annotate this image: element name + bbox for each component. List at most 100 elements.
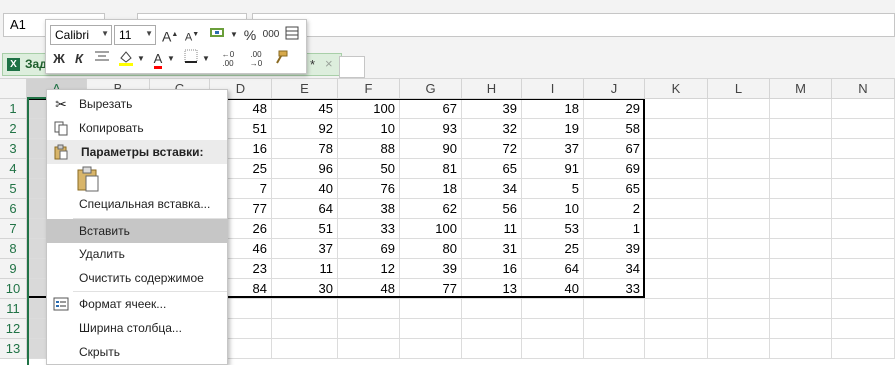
- cell-j11[interactable]: [584, 299, 645, 319]
- row-header-6[interactable]: 6: [0, 199, 27, 219]
- cell-m7[interactable]: [770, 219, 832, 239]
- cell-e9[interactable]: 11: [272, 259, 338, 279]
- column-header-e[interactable]: E: [272, 79, 338, 99]
- row-header-8[interactable]: 8: [0, 239, 27, 259]
- cell-k7[interactable]: [645, 219, 708, 239]
- cell-g11[interactable]: [400, 299, 462, 319]
- cell-j1[interactable]: 29: [584, 99, 645, 119]
- cell-j13[interactable]: [584, 339, 645, 359]
- cell-k1[interactable]: [645, 99, 708, 119]
- cell-e8[interactable]: 37: [272, 239, 338, 259]
- menu-item-cut[interactable]: ✂ Вырезать: [47, 92, 227, 116]
- cell-m12[interactable]: [770, 319, 832, 339]
- cell-e3[interactable]: 78: [272, 139, 338, 159]
- cell-e6[interactable]: 64: [272, 199, 338, 219]
- cell-g3[interactable]: 90: [400, 139, 462, 159]
- borders-button[interactable]: [182, 49, 200, 69]
- cell-j5[interactable]: 65: [584, 179, 645, 199]
- column-header-h[interactable]: H: [462, 79, 522, 99]
- column-header-f[interactable]: F: [338, 79, 400, 99]
- cell-h3[interactable]: 72: [462, 139, 522, 159]
- cell-g9[interactable]: 39: [400, 259, 462, 279]
- cell-n3[interactable]: [832, 139, 895, 159]
- decrease-decimal-button[interactable]: .00 →0: [244, 49, 268, 70]
- cell-i4[interactable]: 91: [522, 159, 584, 179]
- cell-l6[interactable]: [708, 199, 770, 219]
- chevron-down-icon[interactable]: ▼: [101, 29, 109, 38]
- cell-m6[interactable]: [770, 199, 832, 219]
- cell-h4[interactable]: 65: [462, 159, 522, 179]
- cell-f5[interactable]: 76: [338, 179, 400, 199]
- cell-g2[interactable]: 93: [400, 119, 462, 139]
- chevron-down-icon[interactable]: ▼: [230, 25, 238, 45]
- cell-n7[interactable]: [832, 219, 895, 239]
- font-name-box[interactable]: Calibri ▼: [50, 25, 112, 45]
- cell-l8[interactable]: [708, 239, 770, 259]
- cell-f2[interactable]: 10: [338, 119, 400, 139]
- chevron-down-icon[interactable]: ▼: [145, 29, 153, 38]
- cell-n4[interactable]: [832, 159, 895, 179]
- paste-option-button[interactable]: [75, 165, 101, 193]
- cell-h6[interactable]: 56: [462, 199, 522, 219]
- cell-j12[interactable]: [584, 319, 645, 339]
- cell-g10[interactable]: 77: [400, 279, 462, 299]
- cell-f9[interactable]: 12: [338, 259, 400, 279]
- cell-e12[interactable]: [272, 319, 338, 339]
- cell-h7[interactable]: 11: [462, 219, 522, 239]
- thousands-separator-button[interactable]: 000: [262, 25, 280, 45]
- cell-i10[interactable]: 40: [522, 279, 584, 299]
- cell-n5[interactable]: [832, 179, 895, 199]
- menu-item-paste-special[interactable]: Специальная вставка...: [47, 192, 227, 216]
- cell-m9[interactable]: [770, 259, 832, 279]
- cell-k10[interactable]: [645, 279, 708, 299]
- formula-bar[interactable]: [252, 13, 895, 37]
- cell-i2[interactable]: 19: [522, 119, 584, 139]
- column-header-l[interactable]: L: [708, 79, 770, 99]
- cell-e13[interactable]: [272, 339, 338, 359]
- row-header-7[interactable]: 7: [0, 219, 27, 239]
- cell-m8[interactable]: [770, 239, 832, 259]
- cell-m10[interactable]: [770, 279, 832, 299]
- cell-j2[interactable]: 58: [584, 119, 645, 139]
- cell-f11[interactable]: [338, 299, 400, 319]
- column-header-n[interactable]: N: [832, 79, 895, 99]
- column-header-m[interactable]: M: [770, 79, 832, 99]
- align-center-button[interactable]: [92, 49, 112, 69]
- cell-n13[interactable]: [832, 339, 895, 359]
- cell-i6[interactable]: 10: [522, 199, 584, 219]
- cell-i13[interactable]: [522, 339, 584, 359]
- menu-item-delete[interactable]: Удалить: [47, 242, 227, 266]
- row-header-5[interactable]: 5: [0, 179, 27, 199]
- cell-l2[interactable]: [708, 119, 770, 139]
- cell-n2[interactable]: [832, 119, 895, 139]
- cell-g8[interactable]: 80: [400, 239, 462, 259]
- row-header-9[interactable]: 9: [0, 259, 27, 279]
- cell-n10[interactable]: [832, 279, 895, 299]
- cell-j9[interactable]: 34: [584, 259, 645, 279]
- cell-g1[interactable]: 67: [400, 99, 462, 119]
- bold-button[interactable]: Ж: [51, 49, 67, 69]
- cell-g4[interactable]: 81: [400, 159, 462, 179]
- column-header-k[interactable]: K: [645, 79, 708, 99]
- column-header-j[interactable]: J: [584, 79, 645, 99]
- increase-decimal-button[interactable]: ←0 .00: [216, 49, 240, 70]
- cell-k3[interactable]: [645, 139, 708, 159]
- cell-h2[interactable]: 32: [462, 119, 522, 139]
- cell-g6[interactable]: 62: [400, 199, 462, 219]
- row-header-2[interactable]: 2: [0, 119, 27, 139]
- cell-h10[interactable]: 13: [462, 279, 522, 299]
- accounting-format-button[interactable]: [206, 25, 230, 45]
- cell-n11[interactable]: [832, 299, 895, 319]
- format-painter-button[interactable]: [272, 49, 290, 69]
- font-color-button[interactable]: A: [150, 49, 166, 69]
- cell-f12[interactable]: [338, 319, 400, 339]
- row-header-10[interactable]: 10: [0, 279, 27, 299]
- menu-item-clear-contents[interactable]: Очистить содержимое: [47, 266, 227, 290]
- cell-m11[interactable]: [770, 299, 832, 319]
- shrink-font-button[interactable]: A▼: [184, 25, 200, 45]
- cell-e5[interactable]: 40: [272, 179, 338, 199]
- cell-g5[interactable]: 18: [400, 179, 462, 199]
- font-size-box[interactable]: 11 ▼: [114, 25, 156, 45]
- menu-item-hide[interactable]: Скрыть: [47, 340, 227, 364]
- cell-l12[interactable]: [708, 319, 770, 339]
